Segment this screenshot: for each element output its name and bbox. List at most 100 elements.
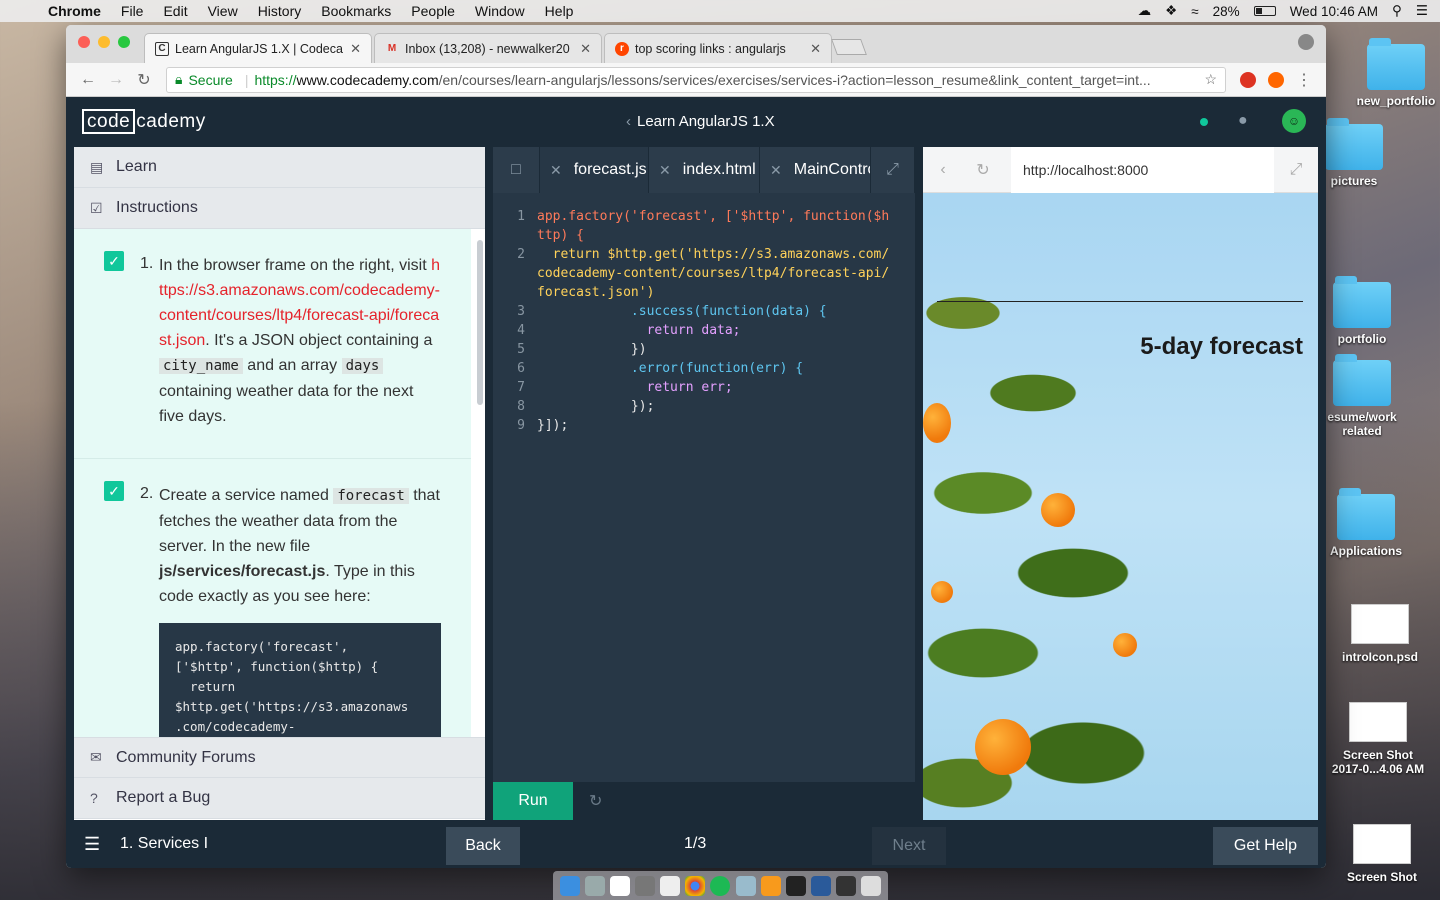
orange-tree-image (923, 193, 1153, 820)
tab-reddit[interactable]: r top scoring links : angularjs ✕ (604, 33, 832, 63)
trash-icon[interactable] (861, 875, 882, 896)
preview-url-field[interactable]: http://localhost:8000 (1011, 147, 1274, 193)
close-file-icon[interactable]: ✕ (550, 162, 562, 179)
menu-app-name[interactable]: Chrome (48, 3, 101, 19)
preview-icon[interactable] (735, 875, 756, 896)
learn-tab[interactable]: ▤ Learn (74, 147, 485, 188)
get-help-button[interactable]: Get Help (1213, 827, 1318, 865)
editor-tab-index[interactable]: ✕ index.html (649, 147, 759, 193)
expand-editor-button[interactable]: ⤢ (871, 147, 914, 193)
app-icon[interactable] (810, 875, 831, 896)
editor-tab-maincontroller[interactable]: ✕ MainController.js (760, 147, 870, 193)
chrome-menu-icon[interactable]: ⋮ (1290, 70, 1318, 90)
file-thumbnail-icon (1349, 702, 1407, 742)
close-file-icon[interactable]: ✕ (659, 162, 671, 179)
extension-icon[interactable] (1268, 71, 1284, 88)
bookmark-star-icon[interactable]: ☆ (1196, 71, 1217, 88)
folder-icon (1337, 488, 1395, 540)
menu-window[interactable]: Window (475, 3, 525, 19)
menu-icon[interactable]: ☰ (84, 834, 114, 855)
new-tab-button[interactable] (831, 39, 867, 55)
textedit-icon[interactable] (660, 875, 681, 896)
lesson-name[interactable]: 1. Services I (120, 835, 208, 853)
desktop-icon[interactable]: introIcon.psd (1330, 604, 1430, 664)
menu-help[interactable]: Help (545, 3, 574, 19)
file-thumbnail-icon (1353, 824, 1411, 864)
desktop-icon[interactable]: esume/work related (1312, 354, 1412, 438)
editor-footer: Run ↻ (493, 782, 915, 820)
community-forums-link[interactable]: ✉ Community Forums (74, 737, 485, 778)
forward-icon[interactable]: → (102, 71, 130, 89)
notification-center-icon[interactable]: ☰ (1416, 3, 1428, 19)
close-file-icon[interactable]: ✕ (770, 162, 782, 179)
menu-bookmarks[interactable]: Bookmarks (321, 3, 391, 19)
tab-codecademy[interactable]: C Learn AngularJS 1.X | Codeca ✕ (144, 33, 372, 63)
menu-people[interactable]: People (411, 3, 455, 19)
reset-icon[interactable]: ↻ (589, 791, 602, 811)
back-icon[interactable]: ← (74, 71, 102, 89)
code-area[interactable]: 1 app.factory('forecast', ['$http', funct… (493, 193, 915, 435)
desktop-icon[interactable]: Screen Shot (1332, 824, 1432, 884)
editor-tab-label: forecast.js (573, 161, 647, 178)
zoom-window-button[interactable] (118, 36, 130, 48)
close-tab-icon[interactable]: ✕ (810, 41, 821, 57)
terminal-icon[interactable] (785, 875, 806, 896)
system-preferences-icon[interactable] (634, 875, 655, 896)
close-tab-icon[interactable]: ✕ (580, 41, 591, 57)
folder-icon (1333, 354, 1391, 406)
launchpad-icon[interactable] (584, 875, 605, 896)
code-line: 5 }) (493, 340, 915, 359)
sublime-icon[interactable] (760, 875, 781, 896)
desktop-icon[interactable]: Screen Shot 2017-0...4.06 AM (1328, 702, 1428, 776)
mac-menubar: Chrome File Edit View History Bookmarks … (0, 0, 1440, 22)
clock[interactable]: Wed 10:46 AM (1290, 4, 1378, 19)
battery-icon[interactable] (1253, 6, 1276, 16)
menu-history[interactable]: History (258, 3, 302, 19)
menu-edit[interactable]: Edit (163, 3, 187, 19)
desktop-icon[interactable]: new_portfolio (1346, 38, 1440, 108)
run-button[interactable]: Run (493, 782, 573, 820)
extension-icon[interactable] (1240, 71, 1256, 88)
checkbox-icon: ☑ (90, 199, 103, 216)
profile-icon[interactable] (1298, 34, 1314, 50)
dropbox-icon[interactable]: ❖ (1165, 3, 1177, 19)
url-path: /en/courses/learn-angularjs/lessons/serv… (438, 71, 1151, 88)
reload-icon[interactable]: ↻ (130, 70, 158, 90)
creative-cloud-icon[interactable]: ☁ (1138, 3, 1152, 19)
scrollbar[interactable] (477, 240, 483, 405)
secure-label: Secure (188, 71, 233, 88)
instructions-tab[interactable]: ☑ Instructions (74, 188, 485, 229)
tab-gmail[interactable]: M Inbox (13,208) - newwalker20 ✕ (374, 33, 602, 63)
desktop-icon[interactable]: portfolio (1312, 276, 1412, 346)
chrome-icon[interactable] (685, 875, 706, 896)
file-thumbnail-icon (1351, 604, 1409, 644)
calendar-icon[interactable] (609, 875, 630, 896)
file-tree-button[interactable]: □ (493, 147, 539, 193)
avatar[interactable]: ☺ (1282, 109, 1306, 133)
preview-reload-icon[interactable]: ↻ (963, 160, 1003, 180)
minimize-window-button[interactable] (98, 36, 110, 48)
spotlight-icon[interactable]: ⚲ (1392, 3, 1402, 19)
notification-bell-icon[interactable]: ● (1238, 112, 1248, 130)
code-snippet: app.factory('forecast', ['$http', functio… (159, 623, 441, 737)
back-button[interactable]: Back (446, 827, 520, 865)
screenshot-icon[interactable] (836, 875, 857, 896)
menu-file[interactable]: File (121, 3, 144, 19)
codecademy-logo[interactable]: code cademy (82, 109, 206, 134)
spotify-icon[interactable] (710, 875, 731, 896)
course-title[interactable]: ‹ Learn AngularJS 1.X (626, 113, 775, 130)
report-bug-link[interactable]: ? Report a Bug (74, 778, 485, 819)
address-bar[interactable]: 🔒︎ Secure | https:// www.codecademy.com … (166, 66, 1226, 93)
editor-tab-forecast[interactable]: ✕ forecast.js (540, 147, 648, 193)
next-button[interactable]: Next (872, 827, 946, 865)
wifi-icon[interactable]: ≈ (1191, 4, 1198, 19)
battery-percent[interactable]: 28% (1213, 4, 1240, 19)
close-window-button[interactable] (78, 36, 90, 48)
preview-expand-icon[interactable]: ⤢ (1274, 161, 1318, 179)
desktop-icon[interactable]: Applications (1316, 488, 1416, 558)
close-tab-icon[interactable]: ✕ (350, 41, 361, 57)
finder-icon[interactable] (559, 875, 580, 896)
learn-label: Learn (116, 158, 157, 175)
preview-back-icon[interactable]: ‹ (923, 161, 963, 179)
menu-view[interactable]: View (208, 3, 238, 19)
